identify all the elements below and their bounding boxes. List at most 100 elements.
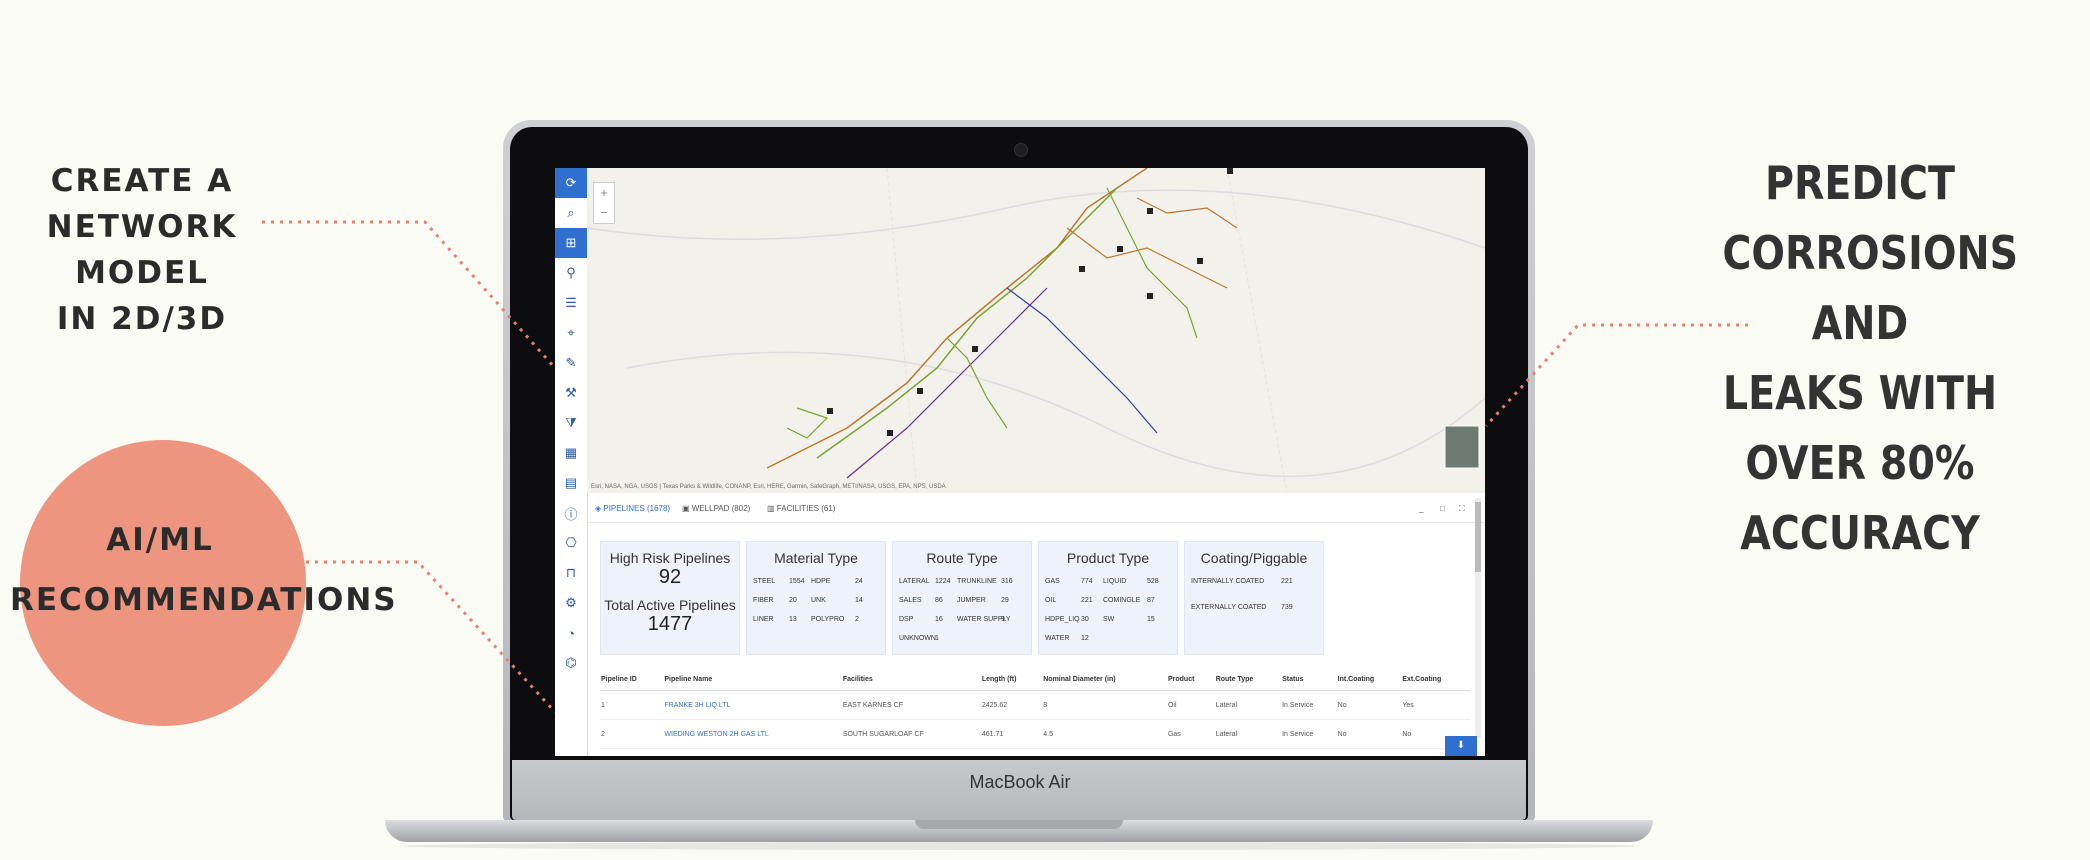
card-cell: 1 bbox=[935, 635, 939, 642]
card-cell: SALES bbox=[899, 597, 922, 604]
column-header[interactable]: Route Type bbox=[1214, 668, 1282, 691]
card-cell: COMINGLE bbox=[1103, 597, 1141, 604]
info-tool-icon[interactable]: ⓘ bbox=[555, 498, 587, 528]
card-cell: 30 bbox=[1081, 616, 1089, 623]
zoom-out-icon[interactable]: − bbox=[594, 203, 614, 223]
fullscreen-icon[interactable]: ⛶ bbox=[1459, 504, 1465, 514]
layer-tool-icon[interactable]: ☰ bbox=[555, 288, 587, 318]
settings-tool-icon[interactable]: ⚙ bbox=[555, 588, 587, 618]
table-row[interactable]: 2 WIEDING WESTON 2H GAS LTL SOUTH SUGARLOA… bbox=[600, 719, 1470, 749]
card-cell: 87 bbox=[1147, 597, 1155, 604]
card-cell: WATER bbox=[1045, 635, 1070, 642]
card-row: SALES 86 JUMPER 29 bbox=[899, 597, 1021, 616]
column-header[interactable]: Pipeline ID bbox=[600, 668, 664, 691]
column-header[interactable]: Nominal Diameter (in) bbox=[1042, 668, 1167, 691]
callout-predict-corrosion: PREDICT CORROSIONS AND LEAKS WITH OVER 8… bbox=[1722, 156, 2019, 560]
card-cell: LATERAL bbox=[899, 578, 930, 585]
material-values: STEEL 1554 HDPE 24 FIBER 20 UNK 14 LINER 13 POLYPR… bbox=[753, 578, 875, 635]
laptop-shadow bbox=[400, 842, 1640, 850]
card-cell: UNK bbox=[811, 597, 826, 604]
minimize-icon[interactable]: _ bbox=[1419, 504, 1423, 513]
wrench-tool-icon[interactable]: ⚒ bbox=[555, 378, 587, 408]
zoom-in-icon[interactable]: + bbox=[594, 183, 614, 203]
column-header[interactable]: Int.Coating bbox=[1336, 668, 1402, 691]
card-cell: UNKNOWN bbox=[899, 635, 936, 642]
measure-tool-icon[interactable]: ⌖ bbox=[555, 318, 587, 348]
card-coating: Coating/Piggable INTERNALLY COATED 221 EXT… bbox=[1184, 541, 1324, 655]
network-model-icon[interactable]: ⊞ bbox=[555, 228, 587, 258]
card-cell: HDPE bbox=[811, 578, 831, 585]
pipeline-tool-icon[interactable]: ⚲ bbox=[555, 258, 587, 288]
map-canvas bbox=[587, 168, 1485, 493]
table-cell: EAST KARNES CF bbox=[841, 690, 981, 720]
gauge-tool-icon[interactable]: ◔ bbox=[555, 618, 587, 648]
zoom-controls[interactable]: + − bbox=[593, 182, 615, 224]
pipeline-table: Pipeline ID Pipeline Name Facilities Length… bbox=[600, 668, 1470, 749]
wellpad-icon: ▣ bbox=[682, 504, 692, 513]
callout-ai-ml: AI/ML RECOMMENDATIONS bbox=[10, 522, 398, 618]
column-header[interactable]: Status bbox=[1281, 668, 1337, 691]
table-cell: 4.5 bbox=[1042, 719, 1167, 749]
pipe-tool-icon[interactable]: ⊓ bbox=[555, 558, 587, 588]
card-row: OIL 221 COMINGLE 87 bbox=[1045, 597, 1167, 616]
card-row: LATERAL 1224 TRUNKLINE 316 bbox=[899, 578, 1021, 597]
card-route-title: Route Type bbox=[926, 550, 998, 566]
table-cell: Lateral bbox=[1214, 719, 1282, 749]
card-row: FIBER 20 UNK 14 bbox=[753, 597, 875, 616]
card-cell: 29 bbox=[1001, 597, 1009, 604]
tab-wellpad[interactable]: ▣ WELLPAD (802) bbox=[682, 504, 750, 513]
card-risk: High Risk Pipelines 92 Total Active Pipe… bbox=[600, 541, 740, 655]
coating-values: INTERNALLY COATED 221 EXTERNALLY COATED 739 bbox=[1191, 578, 1311, 630]
card-cell: POLYPRO bbox=[811, 616, 845, 623]
card-route: Route Type LATERAL 1224 TRUNKLINE 316 SALES 8… bbox=[892, 541, 1032, 655]
table-cell: Oil bbox=[1166, 690, 1215, 720]
card-coating-title: Coating/Piggable bbox=[1200, 550, 1308, 566]
card-cell: 14 bbox=[855, 597, 863, 604]
download-icon[interactable]: ⬇ bbox=[1445, 736, 1477, 756]
restore-icon[interactable]: □ bbox=[1440, 504, 1445, 513]
facility-icon: ▥ bbox=[767, 504, 777, 513]
card-cell: LINER bbox=[753, 616, 774, 623]
chart-tool-icon[interactable]: ▤ bbox=[555, 468, 587, 498]
card-row: UNKNOWN1 bbox=[899, 635, 1021, 654]
filter-tool-icon[interactable]: ⧩ bbox=[555, 408, 587, 438]
edit-tool-icon[interactable]: ✎ bbox=[555, 348, 587, 378]
column-header[interactable]: Ext.Coating bbox=[1401, 668, 1470, 691]
table-cell: Gas bbox=[1166, 719, 1215, 749]
laptop-brand: MacBook Air bbox=[969, 772, 1071, 792]
table-cell: Lateral bbox=[1214, 690, 1282, 720]
panel-scrollbar[interactable] bbox=[1475, 498, 1481, 738]
refresh-icon[interactable]: ⟳ bbox=[555, 168, 587, 198]
column-header[interactable]: Facilities bbox=[841, 668, 981, 691]
table-cell: 1 bbox=[600, 690, 664, 720]
table-cell[interactable]: WIEDING WESTON 2H GAS LTL bbox=[663, 719, 842, 749]
table-cell: No bbox=[1336, 690, 1402, 720]
card-cell: 86 bbox=[935, 597, 943, 604]
card-cell: 739 bbox=[1281, 604, 1293, 611]
card-cell: OIL bbox=[1045, 597, 1057, 604]
table-cell: SOUTH SUGARLOAF CF bbox=[841, 719, 981, 749]
camera-icon bbox=[1014, 143, 1028, 157]
column-header[interactable]: Pipeline Name bbox=[663, 668, 842, 691]
table-tool-icon[interactable]: ▦ bbox=[555, 438, 587, 468]
card-cell: STEEL bbox=[753, 578, 776, 585]
tab-pipelines[interactable]: ◈ PIPELINES (1678) bbox=[595, 504, 670, 513]
table-cell: No bbox=[1336, 719, 1402, 749]
search-icon[interactable]: ⌕ bbox=[555, 198, 587, 228]
card-cell: 13 bbox=[789, 616, 797, 623]
app-screen: ⟳ ⌕ ⊞ ⚲ ☰ ⌖ ✎ ⚒ ⧩ ▦ ▤ ⓘ ⎔ ⊓ ⚙ ◔ ⌬ + − Es… bbox=[555, 168, 1485, 756]
sensor-tool-icon[interactable]: ⌬ bbox=[555, 648, 587, 678]
valve-tool-icon[interactable]: ⎔ bbox=[555, 528, 587, 558]
table-cell: 2425.62 bbox=[980, 690, 1043, 720]
card-cell: 20 bbox=[789, 597, 797, 604]
tab-facilities[interactable]: ▥ FACILITIES (61) bbox=[767, 504, 835, 513]
pipeline-map[interactable]: + − Esri, NASA, NGA, USGS | Texas Parks … bbox=[587, 168, 1485, 493]
table-cell: 461.71 bbox=[980, 719, 1043, 749]
table-row[interactable]: 1 FRANKE 3H LIQ LTL EAST KARNES CF 2425.62 8… bbox=[600, 690, 1470, 720]
card-row: LINER 13 POLYPRO 2 bbox=[753, 616, 875, 635]
table-cell[interactable]: FRANKE 3H LIQ LTL bbox=[663, 690, 842, 720]
card-cell: EXTERNALLY COATED bbox=[1191, 604, 1267, 611]
card-cell: 2 bbox=[855, 616, 859, 623]
column-header[interactable]: Product bbox=[1166, 668, 1215, 691]
column-header[interactable]: Length (ft) bbox=[980, 668, 1043, 691]
